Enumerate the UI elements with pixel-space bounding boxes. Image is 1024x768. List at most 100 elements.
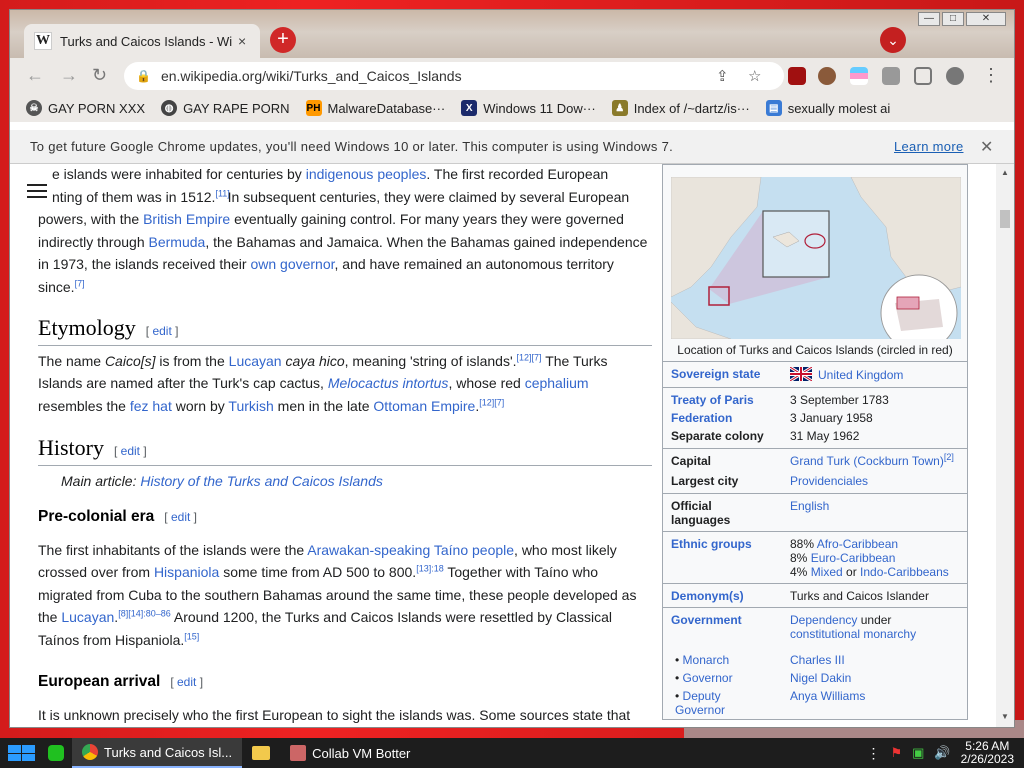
- infobox-row-separate: Separate colony 31 May 1962: [671, 429, 860, 443]
- infobox-row-deputy: • Deputy Governor Anya Williams: [675, 689, 866, 717]
- folder-icon: [252, 746, 271, 760]
- infobox-row-capital: Capital Grand Turk (Cockburn Town)[2]: [671, 452, 954, 469]
- bookmark-item[interactable]: PH MalwareDatabase···: [305, 100, 446, 116]
- ublock-extension-icon[interactable]: [788, 67, 806, 85]
- link[interactable]: indigenous peoples: [306, 166, 427, 182]
- infobox-row-demonym: Demonym(s) Turks and Caicos Islander: [671, 589, 929, 603]
- infobox-row-largest: Largest city Providenciales: [671, 474, 869, 488]
- bookmark-item[interactable]: ◍ GAY RAPE PORN: [161, 100, 290, 116]
- person-icon: ♟: [611, 100, 628, 116]
- tab-search-button[interactable]: ⌄: [880, 27, 906, 53]
- link[interactable]: Ottoman Empire: [373, 398, 475, 414]
- article-body: e islands were inhabited for centuries b…: [38, 164, 652, 726]
- link[interactable]: Arawakan-speaking Taíno people: [307, 542, 514, 558]
- taskbar-collab-item[interactable]: Collab VM Botter: [280, 738, 420, 768]
- start-button[interactable]: [0, 738, 42, 768]
- page-scrollbar[interactable]: ▲ ▼: [996, 164, 1014, 727]
- network-icon[interactable]: ▣: [912, 745, 924, 761]
- european-paragraph: It is unknown precisely who the first Eu…: [38, 706, 631, 723]
- clock[interactable]: 5:26 AM 2/26/2023: [961, 740, 1014, 766]
- bookmark-label: MalwareDatabase···: [327, 100, 446, 116]
- flag-icon[interactable]: ⚑: [890, 745, 902, 761]
- side-panel-icon[interactable]: [914, 67, 932, 85]
- link[interactable]: Lucayan: [61, 609, 114, 625]
- tab-title: Turks and Caicos Islands - Wiki: [60, 33, 232, 49]
- edit-link[interactable]: [ edit ]: [114, 444, 147, 458]
- link[interactable]: Bermuda: [149, 234, 206, 250]
- taskbar-chrome-item[interactable]: Turks and Caicos Isl...: [72, 738, 243, 768]
- precolonial-heading: Pre-colonial era[ edit ]: [38, 508, 197, 525]
- infobar-close-icon[interactable]: ✕: [980, 137, 994, 157]
- share-icon[interactable]: ⇪: [716, 67, 729, 85]
- maximize-button[interactable]: □: [942, 12, 964, 26]
- infobox-row-governor: • Governor Nigel Dakin: [675, 671, 852, 685]
- bookmark-label: sexually molest ai: [787, 100, 891, 116]
- page-icon: ▤: [765, 100, 782, 116]
- link[interactable]: cephalium: [525, 375, 589, 391]
- history-heading: History[ edit ]: [38, 436, 652, 466]
- bookmark-item[interactable]: ♟ Index of /~dartz/is···: [611, 100, 750, 116]
- profile-extension-icon[interactable]: [818, 67, 836, 85]
- page-content: e islands were inhabited for centuries b…: [10, 164, 1014, 727]
- globe-icon: ◍: [161, 100, 178, 116]
- scroll-down-arrow-icon[interactable]: ▼: [1001, 712, 1009, 721]
- address-bar[interactable]: 🔒 en.wikipedia.org/wiki/Turks_and_Caicos…: [124, 62, 784, 90]
- extensions-puzzle-icon[interactable]: [882, 67, 900, 85]
- infobox-row-languages: Official languages English: [671, 499, 830, 527]
- app-green-icon[interactable]: [42, 738, 72, 768]
- bookmarks-bar: ☠ GAY PORN XXX ◍ GAY RAPE PORN PH Malwar…: [10, 94, 1014, 122]
- location-map[interactable]: [671, 177, 961, 339]
- link[interactable]: British Empire: [143, 211, 230, 227]
- learn-more-link[interactable]: Learn more: [894, 139, 963, 154]
- browser-tab[interactable]: W Turks and Caicos Islands - Wiki ×: [24, 24, 260, 58]
- uk-flag-icon: [789, 365, 813, 383]
- reload-icon[interactable]: ↻: [92, 65, 107, 86]
- new-tab-button[interactable]: +: [270, 27, 296, 53]
- forward-arrow-icon[interactable]: →: [60, 65, 78, 86]
- link[interactable]: Melocactus intortus: [328, 375, 449, 391]
- taskbar-folder-item[interactable]: [242, 738, 280, 768]
- link[interactable]: History of the Turks and Caicos Islands: [140, 473, 383, 489]
- lock-icon: 🔒: [136, 69, 151, 83]
- infobar-message: To get future Google Chrome updates, you…: [30, 139, 674, 154]
- infobox-row-federation: Federation 3 January 1958: [671, 411, 873, 425]
- volume-icon[interactable]: 🔊: [934, 745, 950, 761]
- bookmark-item[interactable]: ▤ sexually molest ai: [765, 100, 891, 116]
- bookmark-label: Index of /~dartz/is···: [633, 100, 750, 116]
- x-icon: X: [461, 100, 478, 116]
- scroll-up-arrow-icon[interactable]: ▲: [1001, 168, 1009, 177]
- profile-avatar-icon[interactable]: [946, 67, 964, 85]
- edit-link[interactable]: [ edit ]: [170, 675, 203, 689]
- window-controls: — □ ✕: [918, 12, 1006, 26]
- bookmark-item[interactable]: ☠ GAY PORN XXX: [26, 100, 145, 116]
- infobox-row-treaty: Treaty of Paris 3 September 1783: [671, 393, 889, 407]
- update-infobar: To get future Google Chrome updates, you…: [10, 130, 1014, 164]
- url-text: en.wikipedia.org/wiki/Turks_and_Caicos_I…: [160, 68, 462, 84]
- taskbar: Turks and Caicos Isl... Collab VM Botter…: [0, 738, 1024, 768]
- chrome-icon: [82, 744, 98, 760]
- menu-kebab-icon[interactable]: ⋮: [982, 65, 1000, 86]
- flag-extension-icon[interactable]: [850, 67, 868, 85]
- tab-close-icon[interactable]: ×: [238, 33, 246, 49]
- window-close-button[interactable]: ✕: [966, 12, 1006, 26]
- scrollbar-thumb[interactable]: [1000, 210, 1010, 228]
- bookmark-star-icon[interactable]: ☆: [748, 67, 761, 85]
- european-arrival-heading: European arrival[ edit ]: [38, 673, 204, 690]
- link[interactable]: own governor: [250, 256, 334, 272]
- bookmark-item[interactable]: X Windows 11 Dow···: [461, 100, 596, 116]
- system-tray: ⋮ ⚑ ▣ 🔊 5:26 AM 2/26/2023: [866, 738, 1024, 768]
- main-article-hatnote: Main article: History of the Turks and C…: [61, 472, 383, 489]
- bookmark-label: GAY PORN XXX: [48, 100, 146, 116]
- back-arrow-icon[interactable]: ←: [26, 65, 44, 86]
- browser-window: W Turks and Caicos Islands - Wiki × + ⌄ …: [10, 10, 1014, 727]
- etymology-paragraph: The name Caico[s] is from the Lucayan ca…: [38, 351, 608, 414]
- infobox-row-government: Government Dependency under constitution…: [671, 613, 917, 641]
- link[interactable]: Lucayan: [229, 353, 282, 369]
- link[interactable]: fez hat: [130, 398, 172, 414]
- tray-overflow-icon[interactable]: ⋮: [866, 745, 880, 762]
- link[interactable]: Hispaniola: [154, 564, 219, 580]
- minimize-button[interactable]: —: [918, 12, 940, 26]
- link[interactable]: Turkish: [228, 398, 273, 414]
- edit-link[interactable]: [ edit ]: [164, 510, 197, 524]
- edit-link[interactable]: [ edit ]: [146, 324, 179, 338]
